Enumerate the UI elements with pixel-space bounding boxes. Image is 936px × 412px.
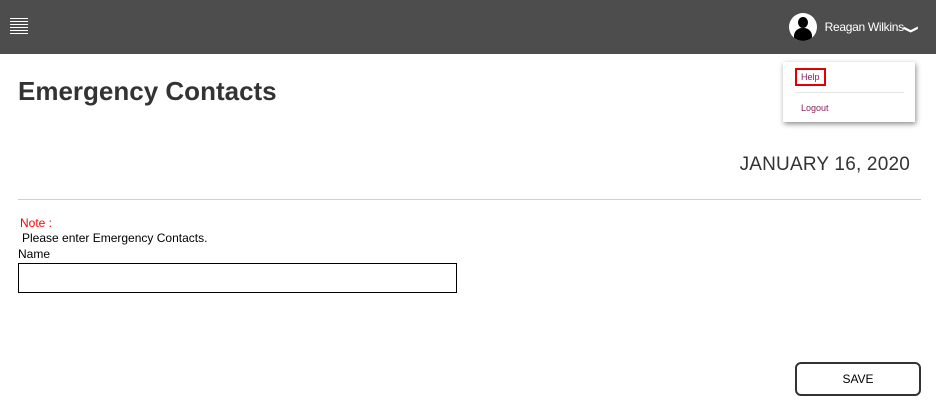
menu-divider bbox=[795, 92, 904, 93]
note-label: Note : bbox=[20, 216, 53, 230]
user-name: Reagan Wilkins bbox=[824, 20, 904, 34]
menu-item-logout[interactable]: Logout bbox=[801, 103, 829, 113]
divider bbox=[18, 199, 921, 200]
name-label: Name bbox=[18, 247, 51, 261]
top-bar: Reagan Wilkins ❯ bbox=[0, 0, 936, 54]
current-date: JANUARY 16, 2020 bbox=[739, 154, 910, 175]
user-dropdown-menu: Help Logout bbox=[783, 62, 915, 122]
hamburger-menu-icon[interactable] bbox=[10, 18, 28, 36]
user-menu-toggle[interactable]: Reagan Wilkins ❯ bbox=[788, 12, 919, 42]
name-input[interactable] bbox=[18, 263, 457, 293]
user-avatar-icon bbox=[788, 13, 817, 41]
save-button[interactable]: SAVE bbox=[795, 362, 921, 396]
menu-item-help[interactable]: Help bbox=[795, 68, 826, 86]
note-text: Please enter Emergency Contacts. bbox=[22, 231, 208, 245]
chevron-down-icon: ❯ bbox=[902, 24, 919, 34]
page-title: Emergency Contacts bbox=[18, 76, 277, 106]
